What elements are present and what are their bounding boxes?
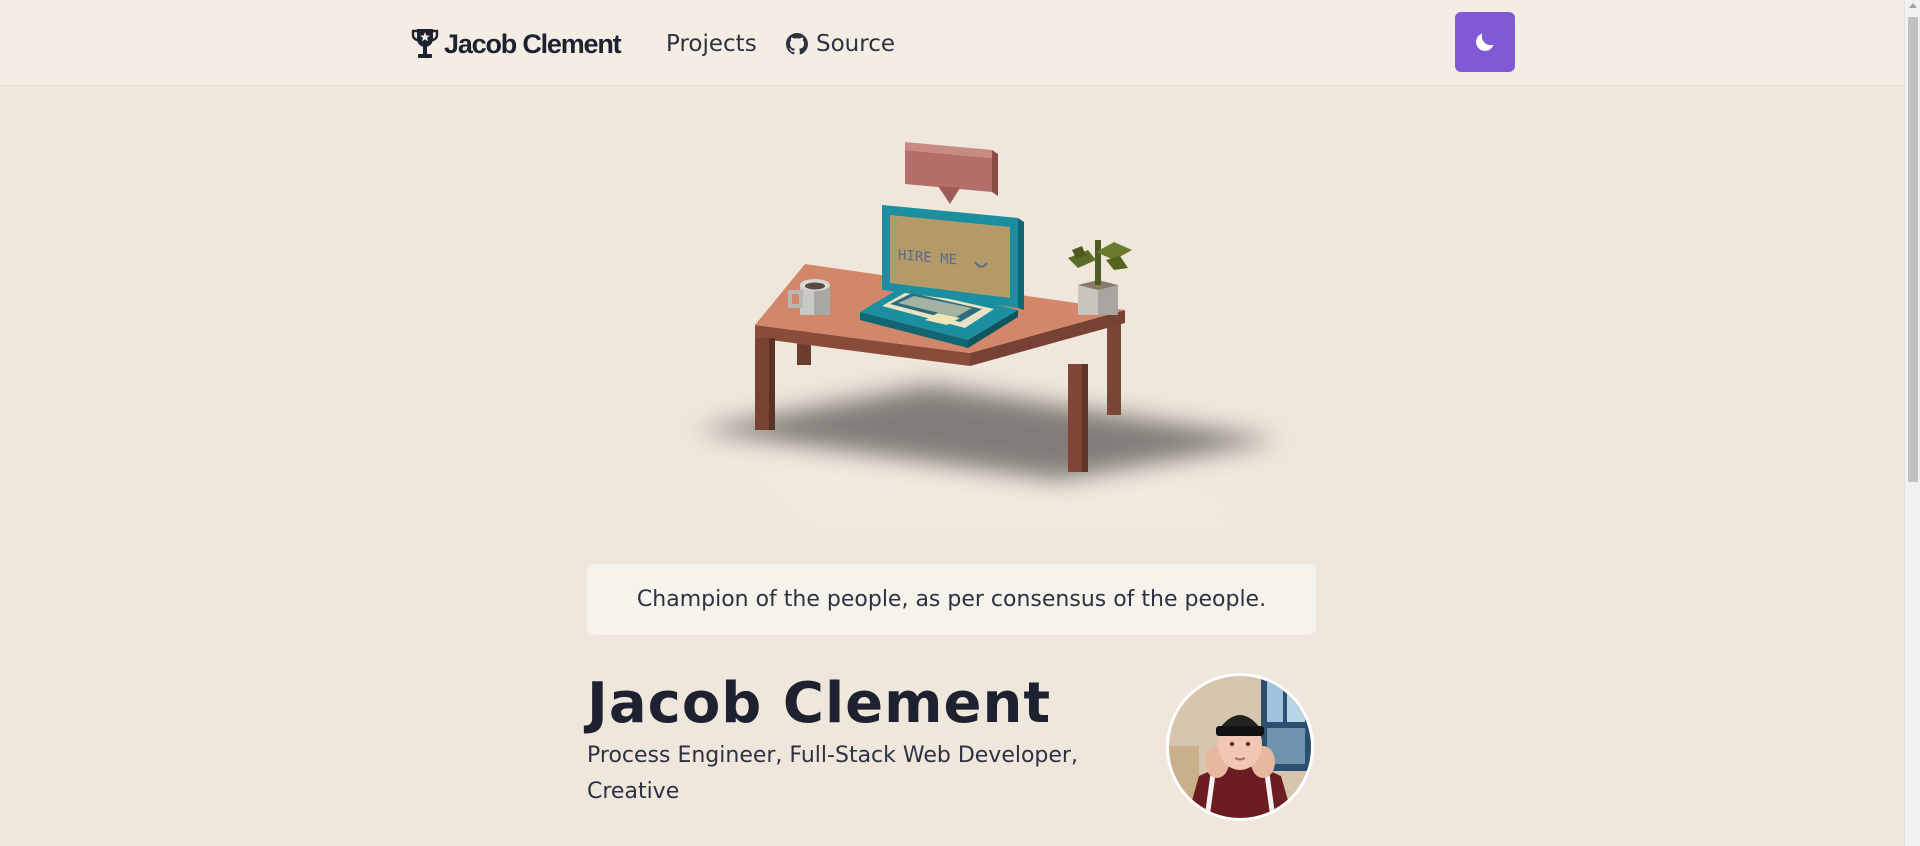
navbar: Jacob Clement Projects Source	[0, 0, 1904, 86]
theme-toggle-button[interactable]	[1455, 12, 1515, 72]
scroll-up-arrow-icon[interactable]	[1909, 3, 1917, 8]
moon-icon	[1476, 33, 1494, 51]
tagline-card: Champion of the people, as per consensus…	[587, 564, 1316, 635]
avatar	[1166, 673, 1314, 821]
profile-role: Process Engineer, Full-Stack Web Develop…	[587, 743, 1078, 804]
hero-desk-scene: HIRE ME	[695, 142, 1283, 530]
tagline-text: Champion of the people, as per consensus…	[636, 587, 1267, 612]
nav-source-link[interactable]: Source	[786, 26, 895, 62]
nav-projects-label: Projects	[666, 31, 757, 57]
speech-bubble	[905, 142, 998, 204]
profile-name: Jacob Clement	[587, 671, 1052, 736]
nav-projects-link[interactable]: Projects	[666, 26, 757, 62]
trophy-icon	[411, 29, 439, 58]
scrollbar-thumb[interactable]	[1908, 17, 1918, 482]
github-icon	[786, 33, 808, 55]
nav-source-label: Source	[816, 31, 895, 57]
brand-link[interactable]: Jacob Clement	[410, 24, 622, 64]
page-scrollbar[interactable]	[1904, 0, 1920, 846]
brand-name: Jacob Clement	[444, 28, 622, 59]
profile-photo	[1169, 676, 1311, 818]
